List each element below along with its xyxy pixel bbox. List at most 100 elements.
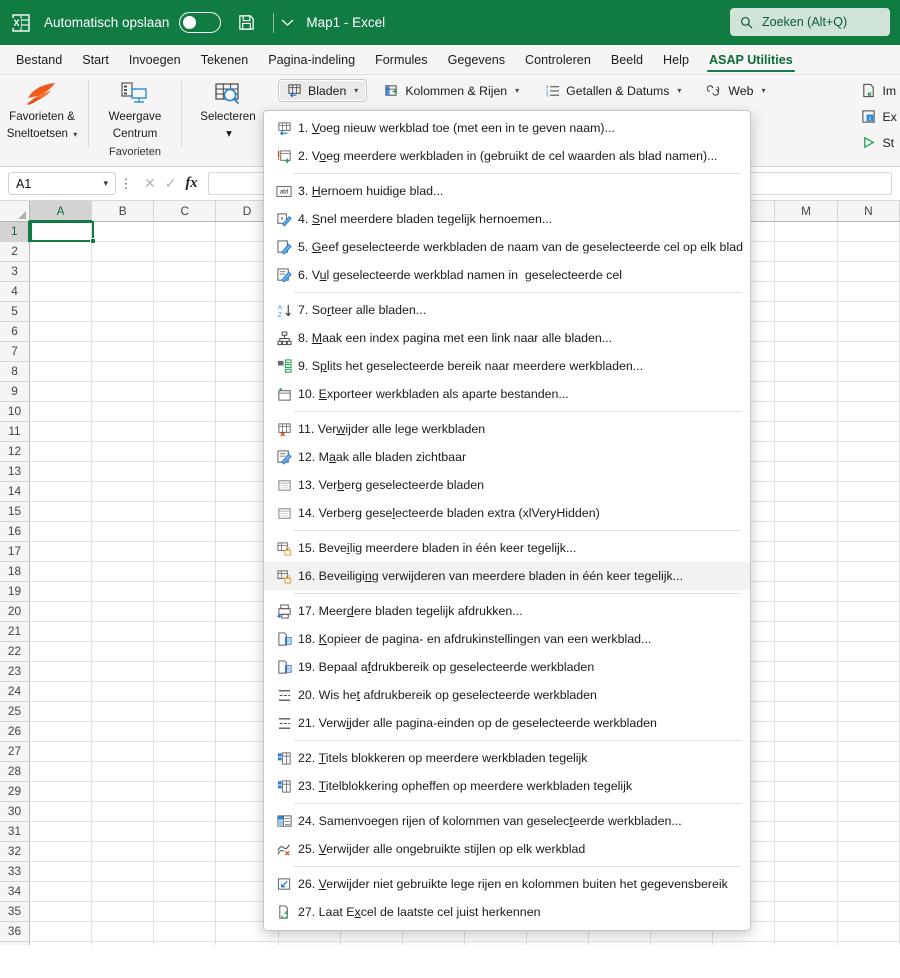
- cell-C34[interactable]: [153, 881, 217, 902]
- cell-C23[interactable]: [153, 661, 217, 682]
- cell-M29[interactable]: [774, 781, 838, 802]
- row-header-26[interactable]: 26: [0, 721, 30, 742]
- cell-A16[interactable]: [29, 521, 93, 542]
- cell-B33[interactable]: [91, 861, 155, 882]
- cell-C35[interactable]: [153, 901, 217, 922]
- autosave-toggle[interactable]: [179, 12, 222, 33]
- cell-M37[interactable]: [774, 941, 838, 945]
- cell-A14[interactable]: [29, 481, 93, 502]
- column-header-m[interactable]: M: [774, 201, 838, 222]
- menu-item-3[interactable]: abl 3. Hernoem huidige blad...: [264, 177, 750, 205]
- cell-M31[interactable]: [774, 821, 838, 842]
- cell-A8[interactable]: [29, 361, 93, 382]
- cell-A21[interactable]: [29, 621, 93, 642]
- cell-C28[interactable]: [153, 761, 217, 782]
- cell-D37[interactable]: [215, 941, 279, 945]
- cell-A1[interactable]: [29, 221, 93, 242]
- menu-item-27[interactable]: 27. Laat Excel de laatste cel juist herk…: [264, 898, 750, 926]
- cell-M1[interactable]: [774, 221, 838, 242]
- row-header-17[interactable]: 17: [0, 541, 30, 562]
- tab-tekenen[interactable]: Tekenen: [191, 45, 259, 74]
- menu-item-14[interactable]: 14. Verberg geselecteerde bladen extra (…: [264, 499, 750, 527]
- cell-B34[interactable]: [91, 881, 155, 902]
- cell-B16[interactable]: [91, 521, 155, 542]
- cell-B10[interactable]: [91, 401, 155, 422]
- cell-A6[interactable]: [29, 321, 93, 342]
- cell-C13[interactable]: [153, 461, 217, 482]
- cell-C29[interactable]: [153, 781, 217, 802]
- row-header-13[interactable]: 13: [0, 461, 30, 482]
- cell-C5[interactable]: [153, 301, 217, 322]
- cell-B35[interactable]: [91, 901, 155, 922]
- name-box[interactable]: A1 ▾: [8, 172, 116, 195]
- row-header-9[interactable]: 9: [0, 381, 30, 402]
- cell-H37[interactable]: [464, 941, 528, 945]
- row-header-32[interactable]: 32: [0, 841, 30, 862]
- cell-C8[interactable]: [153, 361, 217, 382]
- cell-M32[interactable]: [774, 841, 838, 862]
- cell-C9[interactable]: [153, 381, 217, 402]
- getallen-datums-button[interactable]: 1 2 3 Getallen & Datums ▾: [536, 79, 690, 102]
- cell-N23[interactable]: [837, 661, 900, 682]
- cell-A18[interactable]: [29, 561, 93, 582]
- cell-M21[interactable]: [774, 621, 838, 642]
- cell-B25[interactable]: [91, 701, 155, 722]
- bladen-button[interactable]: Bladen ▾: [278, 79, 368, 102]
- menu-item-18[interactable]: 18. Kopieer de pagina- en afdrukinstelli…: [264, 625, 750, 653]
- menu-item-9[interactable]: 9. Splits het geselecteerde bereik naar …: [264, 352, 750, 380]
- cell-N19[interactable]: [837, 581, 900, 602]
- cell-N24[interactable]: [837, 681, 900, 702]
- row-header-4[interactable]: 4: [0, 281, 30, 302]
- cell-I37[interactable]: [526, 941, 590, 945]
- cell-M30[interactable]: [774, 801, 838, 822]
- cell-J37[interactable]: [588, 941, 652, 945]
- cell-A36[interactable]: [29, 921, 93, 942]
- cell-A27[interactable]: [29, 741, 93, 762]
- row-header-8[interactable]: 8: [0, 361, 30, 382]
- cell-G37[interactable]: [402, 941, 466, 945]
- row-header-7[interactable]: 7: [0, 341, 30, 362]
- cell-A28[interactable]: [29, 761, 93, 782]
- cell-B36[interactable]: [91, 921, 155, 942]
- menu-item-10[interactable]: 10. Exporteer werkbladen als aparte best…: [264, 380, 750, 408]
- cell-C32[interactable]: [153, 841, 217, 862]
- row-header-34[interactable]: 34: [0, 881, 30, 902]
- cell-N10[interactable]: [837, 401, 900, 422]
- menu-item-15[interactable]: 15. Beveilig meerdere bladen in één keer…: [264, 534, 750, 562]
- cell-N25[interactable]: [837, 701, 900, 722]
- chevron-down-icon[interactable]: [274, 18, 300, 27]
- cell-B32[interactable]: [91, 841, 155, 862]
- cell-C19[interactable]: [153, 581, 217, 602]
- cell-M18[interactable]: [774, 561, 838, 582]
- row-header-21[interactable]: 21: [0, 621, 30, 642]
- cell-B27[interactable]: [91, 741, 155, 762]
- cell-A4[interactable]: [29, 281, 93, 302]
- menu-item-16[interactable]: 16. Beveiliging verwijderen van meerdere…: [264, 562, 750, 590]
- menu-item-20[interactable]: 20. Wis het afdrukbereik op geselecteerd…: [264, 681, 750, 709]
- cell-B31[interactable]: [91, 821, 155, 842]
- cell-C10[interactable]: [153, 401, 217, 422]
- menu-item-21[interactable]: 21. Verwijder alle pagina-einden op de g…: [264, 709, 750, 737]
- row-header-22[interactable]: 22: [0, 641, 30, 662]
- cell-C33[interactable]: [153, 861, 217, 882]
- row-header-23[interactable]: 23: [0, 661, 30, 682]
- cell-C36[interactable]: [153, 921, 217, 942]
- cell-B18[interactable]: [91, 561, 155, 582]
- cell-C31[interactable]: [153, 821, 217, 842]
- cell-N37[interactable]: [837, 941, 900, 945]
- cell-M14[interactable]: [774, 481, 838, 502]
- row-header-30[interactable]: 30: [0, 801, 30, 822]
- cell-C15[interactable]: [153, 501, 217, 522]
- menu-item-2[interactable]: 2. Voeg meerdere werkbladen in (gebruikt…: [264, 142, 750, 170]
- cell-A29[interactable]: [29, 781, 93, 802]
- import-button[interactable]: Im: [852, 79, 900, 102]
- cell-N13[interactable]: [837, 461, 900, 482]
- cell-B14[interactable]: [91, 481, 155, 502]
- cell-B30[interactable]: [91, 801, 155, 822]
- cell-A10[interactable]: [29, 401, 93, 422]
- menu-item-7[interactable]: A Z 7. Sorteer alle bladen...: [264, 296, 750, 324]
- cell-N33[interactable]: [837, 861, 900, 882]
- cell-A34[interactable]: [29, 881, 93, 902]
- confirm-check-icon[interactable]: ✓: [165, 175, 177, 192]
- cell-A13[interactable]: [29, 461, 93, 482]
